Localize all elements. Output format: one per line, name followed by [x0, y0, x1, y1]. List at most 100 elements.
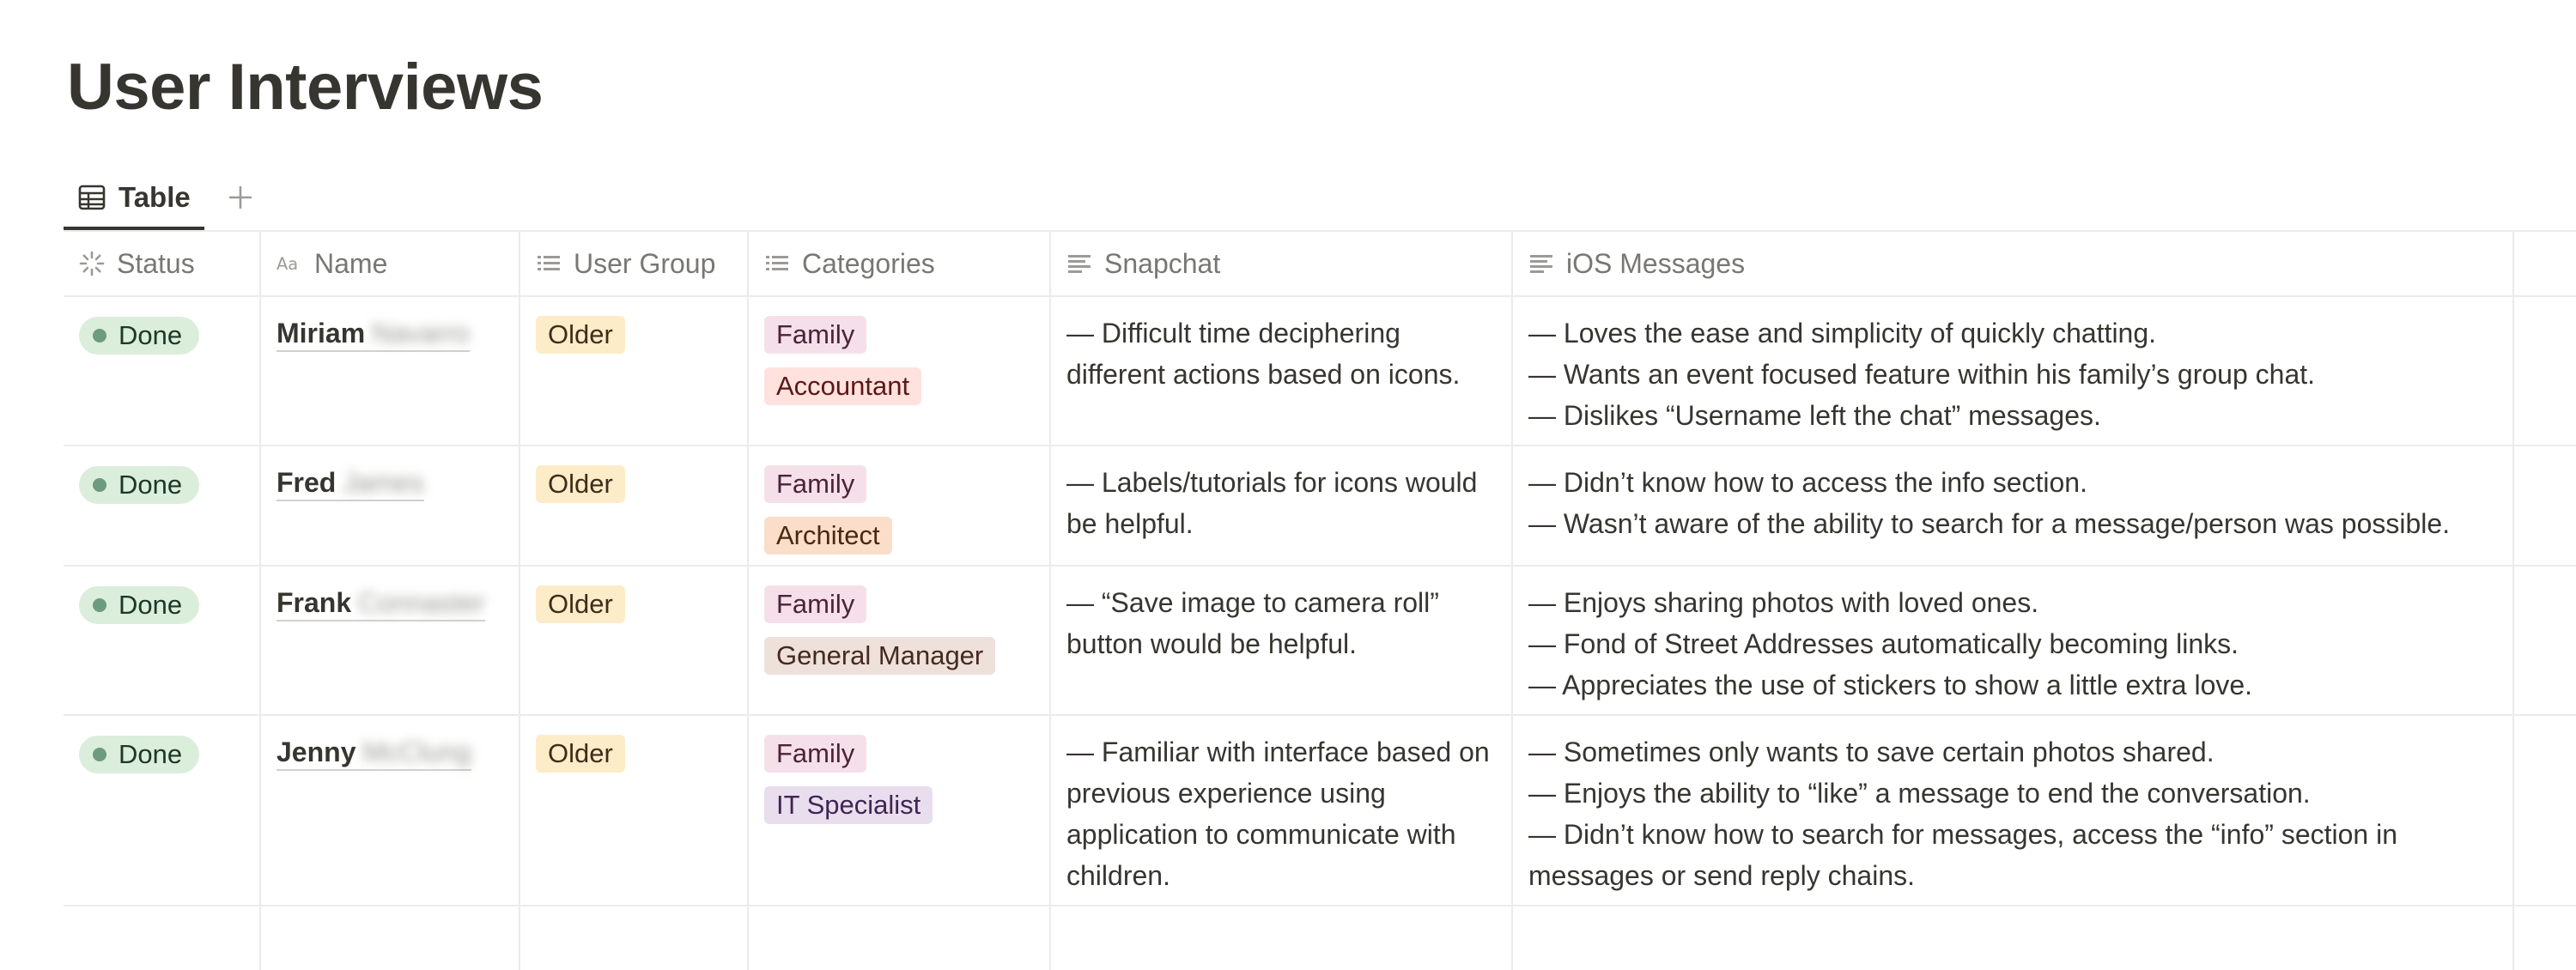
ios-note: — Appreciates the use of stickers to sho…: [1528, 670, 2253, 700]
user-group-tag: Older: [536, 735, 625, 773]
empty-cell[interactable]: [2514, 716, 2576, 905]
name-link[interactable]: Frank Connaster: [276, 585, 485, 621]
name-cell[interactable]: Frank Connaster: [261, 567, 520, 714]
column-header-label: Status: [117, 248, 195, 279]
empty-cell[interactable]: [261, 906, 520, 970]
name-link[interactable]: Fred James: [276, 465, 424, 501]
status-dot: [93, 748, 106, 761]
column-header-status[interactable]: Status: [64, 232, 261, 295]
status-cell[interactable]: Done: [64, 716, 261, 905]
first-name: Fred: [276, 467, 337, 498]
text-lines-icon: [1528, 251, 1554, 276]
snapchat-cell[interactable]: — “Save image to camera roll” button wou…: [1051, 567, 1513, 714]
category-tag: Family: [764, 316, 867, 354]
table-row[interactable]: Done Jenny McClung Older Family IT Speci…: [64, 716, 2576, 906]
snapchat-note: — Labels/tutorials for icons would be he…: [1066, 467, 1478, 539]
plus-icon: [226, 183, 255, 216]
column-header-ios-messages[interactable]: iOS Messages: [1513, 232, 2514, 295]
status-label: Done: [118, 470, 183, 500]
snapchat-cell[interactable]: — Familiar with interface based on previ…: [1051, 716, 1513, 905]
page-title[interactable]: User Interviews: [67, 48, 544, 126]
status-badge[interactable]: Done: [79, 466, 200, 504]
ios-messages-cell[interactable]: — Enjoys sharing photos with loved ones.…: [1513, 567, 2514, 714]
user-group-cell[interactable]: Older: [520, 567, 749, 714]
column-header-categories[interactable]: Categories: [749, 232, 1051, 295]
status-cell[interactable]: Done: [64, 446, 261, 565]
user-group-tag: Older: [536, 465, 625, 503]
text-lines-icon: [1066, 251, 1092, 276]
category-tag: Family: [764, 735, 867, 773]
status-badge[interactable]: Done: [79, 586, 200, 624]
column-header-add[interactable]: [2514, 232, 2576, 295]
status-cell[interactable]: Done: [64, 297, 261, 445]
name-link[interactable]: Jenny McClung: [276, 735, 471, 771]
snapchat-cell[interactable]: — Labels/tutorials for icons would be he…: [1051, 446, 1513, 565]
user-group-cell[interactable]: Older: [520, 446, 749, 565]
categories-cell[interactable]: Family Accountant: [749, 297, 1051, 445]
empty-cell[interactable]: [2514, 906, 2576, 970]
table-row[interactable]: Done Frank Connaster Older Family Genera…: [64, 567, 2576, 716]
empty-cell[interactable]: [2514, 567, 2576, 714]
user-group-cell[interactable]: Older: [520, 716, 749, 905]
ios-messages-cell[interactable]: — Didn’t know how to access the info sec…: [1513, 446, 2514, 565]
database-table: Status Aa Name User Group Categories Sna…: [64, 232, 2576, 970]
ios-note: — Didn’t know how to access the info sec…: [1528, 467, 2087, 498]
ios-note: — Fond of Street Addresses automatically…: [1528, 628, 2239, 659]
user-group-cell[interactable]: Older: [520, 297, 749, 445]
first-name: Miriam: [276, 318, 366, 349]
column-header-label: User Group: [574, 248, 716, 279]
ios-note: — Enjoys sharing photos with loved ones.: [1528, 587, 2039, 618]
status-dot: [93, 329, 106, 343]
page: User Interviews Table Status Aa Name Use…: [0, 0, 2576, 970]
categories-cell[interactable]: Family General Manager: [749, 567, 1051, 714]
empty-cell[interactable]: [64, 906, 261, 970]
ios-note: — Didn’t know how to search for messages…: [1528, 819, 2397, 891]
ios-messages-cell[interactable]: — Loves the ease and simplicity of quick…: [1513, 297, 2514, 445]
empty-cell[interactable]: [2514, 297, 2576, 445]
status-badge[interactable]: Done: [79, 736, 200, 773]
empty-cell[interactable]: [1051, 906, 1513, 970]
name-cell[interactable]: Fred James: [261, 446, 520, 565]
status-label: Done: [118, 590, 183, 620]
add-view-button[interactable]: [223, 182, 258, 216]
empty-table-row[interactable]: [64, 906, 2576, 970]
ios-note: — Sometimes only wants to save certain p…: [1528, 737, 2215, 767]
ios-messages-cell[interactable]: — Sometimes only wants to save certain p…: [1513, 716, 2514, 905]
table-row[interactable]: Done Fred James Older Family Architect —…: [64, 446, 2576, 567]
status-dot: [93, 478, 106, 492]
table-icon: [77, 183, 106, 212]
snapchat-cell[interactable]: — Difficult time deciphering different a…: [1051, 297, 1513, 445]
status-cell[interactable]: Done: [64, 567, 261, 714]
empty-cell[interactable]: [520, 906, 749, 970]
empty-cell[interactable]: [2514, 446, 2576, 565]
category-tag: Architect: [764, 517, 892, 555]
category-tag: Family: [764, 585, 867, 623]
name-link[interactable]: Miriam Navarro: [276, 316, 470, 352]
category-tag: Family: [764, 465, 867, 503]
tab-table[interactable]: Table: [64, 168, 204, 230]
view-tabs: Table: [64, 168, 258, 230]
first-name: Frank: [276, 587, 352, 618]
categories-cell[interactable]: Family IT Specialist: [749, 716, 1051, 905]
status-badge[interactable]: Done: [79, 317, 200, 355]
column-header-label: Name: [314, 248, 388, 279]
column-header-user-group[interactable]: User Group: [520, 232, 749, 295]
name-cell[interactable]: Miriam Navarro: [261, 297, 520, 445]
empty-cell[interactable]: [749, 906, 1051, 970]
column-header-name[interactable]: Aa Name: [261, 232, 520, 295]
table-row[interactable]: Done Miriam Navarro Older Family Account…: [64, 297, 2576, 446]
empty-cell[interactable]: [1513, 906, 2514, 970]
categories-cell[interactable]: Family Architect: [749, 446, 1051, 565]
category-tag: IT Specialist: [764, 786, 933, 824]
list-icon: [764, 251, 790, 276]
blurred-surname: Connaster: [358, 587, 485, 618]
blurred-surname: McClung: [362, 737, 471, 767]
column-header-snapchat[interactable]: Snapchat: [1051, 232, 1513, 295]
column-header-label: iOS Messages: [1566, 248, 1746, 279]
category-tag: General Manager: [764, 637, 996, 675]
status-spinner-icon: [79, 251, 105, 276]
name-cell[interactable]: Jenny McClung: [261, 716, 520, 905]
list-icon: [536, 251, 562, 276]
text-aa-icon: Aa: [276, 251, 302, 276]
snapchat-note: — “Save image to camera roll” button wou…: [1066, 587, 1439, 659]
